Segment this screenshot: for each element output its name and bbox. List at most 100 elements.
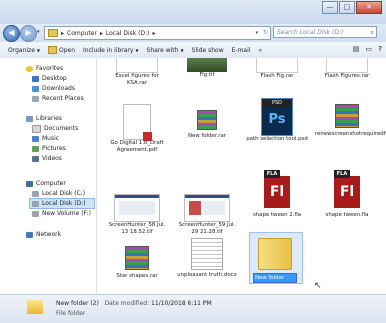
nav-favorites[interactable]: Favorites — [26, 64, 63, 73]
file-item[interactable]: Flash Fig.rar — [245, 58, 309, 80]
nav-music[interactable]: Music — [32, 134, 59, 143]
file-item[interactable]: FLA Fl shape tween.fla — [315, 170, 379, 219]
document-thumbnail — [191, 238, 223, 270]
drive-icon — [32, 200, 39, 207]
nav-videos[interactable]: Videos — [32, 154, 62, 163]
flash-file-icon: FLA Fl — [334, 170, 360, 208]
address-bar[interactable]: ▸ Computer ▸ Local Disk (D:) ▸ ▾ ↻ — [44, 26, 271, 40]
folder-icon — [258, 238, 292, 270]
chevron-down-icon: ▼ — [36, 47, 40, 53]
folder-open-icon — [47, 46, 57, 54]
fl-glyph: Fl — [269, 184, 285, 200]
file-item[interactable]: FLA Fl shape tween 2.fla — [245, 170, 309, 219]
file-item[interactable]: New folder.rar — [175, 110, 239, 140]
chevron-down-icon: ▼ — [180, 47, 184, 53]
file-label: shape tween.fla — [325, 212, 369, 218]
chevron-down-icon[interactable]: ▾ — [255, 27, 258, 39]
drive-icon — [32, 190, 39, 197]
nav-local-disk-d[interactable]: Local Disk (D:) — [29, 198, 95, 209]
navigation-pane: Favorites Desktop Downloads Recent Place… — [0, 58, 97, 294]
include-in-library-button[interactable]: Include in library ▼ — [83, 47, 139, 54]
breadcrumb-local-disk-d[interactable]: Local Disk (D:) — [106, 30, 150, 37]
breadcrumb-separator[interactable]: ▸ — [61, 30, 64, 37]
file-item[interactable]: ScreenHunter_58 Jul. 13 18.52.tif — [105, 194, 169, 236]
pictures-icon — [32, 145, 39, 152]
forward-button[interactable]: ▶ — [20, 25, 37, 42]
share-with-button[interactable]: Share with ▼ — [147, 47, 184, 54]
downloads-icon — [32, 85, 39, 92]
file-label: unpleasant truth.docx — [177, 272, 237, 278]
preview-pane-icon[interactable]: ▭ — [365, 45, 372, 53]
drive-icon — [32, 210, 39, 217]
file-thumbnail — [116, 58, 158, 73]
chevron-down-icon: ▼ — [135, 47, 139, 53]
file-item[interactable]: ScreenHunter_59 Jul. 29 21.28.tif — [175, 194, 239, 236]
nav-label: Downloads — [42, 85, 75, 92]
share-label: Share with — [146, 46, 179, 54]
date-modified-value: 11/10/2018 6:11 PM — [151, 300, 212, 307]
nav-network[interactable]: Network — [26, 230, 61, 239]
file-item[interactable]: renewscreenshotrequiredforpdfcopy.zip — [315, 104, 386, 138]
file-list: Excel figures for KSA.rar Fig.tif Flash … — [97, 58, 386, 294]
nav-recent-places[interactable]: Recent Places — [32, 94, 84, 103]
selected-item-type: File folder — [56, 310, 86, 317]
videos-icon — [32, 155, 39, 162]
nav-documents[interactable]: Documents — [32, 124, 78, 133]
image-thumbnail — [184, 194, 230, 222]
back-button[interactable]: ◀ — [3, 25, 20, 42]
nav-label: Local Disk (D:) — [42, 200, 86, 207]
file-thumbnail — [187, 58, 227, 72]
slide-show-button[interactable]: Slide show — [192, 47, 224, 54]
nav-computer[interactable]: Computer — [26, 179, 66, 188]
email-button[interactable]: E-mail — [232, 47, 251, 54]
close-button[interactable]: ✕ — [356, 1, 382, 14]
nav-new-volume-f[interactable]: New Volume (F:) — [32, 209, 91, 218]
pdf-icon — [123, 104, 152, 141]
new-folder-item[interactable] — [249, 232, 303, 284]
nav-libraries[interactable]: Libraries — [26, 114, 62, 123]
documents-icon — [32, 124, 41, 133]
email-label: E-mail — [231, 46, 251, 54]
recent-pages-dropdown[interactable]: ▾ — [37, 29, 40, 35]
selected-item-details: New folder (2) Date modified: 11/10/2018… — [56, 300, 212, 307]
file-item[interactable]: Star shapes.rar — [105, 246, 169, 280]
file-label: Excel figures for KSA.rar — [115, 73, 159, 86]
refresh-icon[interactable]: ↻ — [263, 27, 268, 39]
desktop-icon — [32, 75, 39, 82]
file-thumbnail — [256, 58, 298, 73]
maximize-button[interactable]: □ — [339, 1, 355, 14]
organize-button[interactable]: Organize ▼ — [8, 47, 40, 54]
breadcrumb-computer[interactable]: Computer — [67, 30, 97, 37]
archive-icon — [197, 110, 217, 130]
file-label: renewscreenshotrequiredforpdfcopy.zip — [315, 131, 386, 137]
search-icon[interactable]: ⌕ — [371, 27, 374, 39]
file-item[interactable]: Flash Figures.rar — [315, 58, 379, 80]
file-item[interactable]: Excel figures for KSA.rar — [105, 58, 169, 87]
breadcrumb-separator[interactable]: ▸ — [100, 30, 103, 37]
file-item[interactable]: Go Digital 1.8_Draft Agreement.pdf — [105, 104, 169, 154]
ps-glyph: Ps — [268, 112, 286, 127]
file-item[interactable]: PSD Ps path selection tool.psd — [245, 98, 309, 143]
image-thumbnail — [114, 194, 160, 222]
fl-glyph: Fl — [339, 184, 355, 200]
nav-pictures[interactable]: Pictures — [32, 144, 66, 153]
open-label: Open — [58, 46, 75, 54]
nav-local-disk-c[interactable]: Local Disk (C:) — [32, 189, 85, 198]
nav-desktop[interactable]: Desktop — [32, 74, 67, 83]
file-label: Star shapes.rar — [116, 273, 158, 279]
file-label: shape tween 2.fla — [252, 212, 302, 218]
archive-icon — [125, 246, 149, 270]
view-options-icon[interactable]: ▤ — [353, 45, 360, 53]
include-label: Include in library — [83, 46, 134, 54]
minimize-button[interactable]: — — [322, 1, 338, 14]
rename-input[interactable] — [253, 273, 297, 283]
search-input[interactable]: Search Local Disk (D:) ⌕ — [273, 26, 377, 38]
file-item[interactable]: Fig.tif — [175, 58, 239, 79]
breadcrumb-separator[interactable]: ▸ — [152, 30, 155, 37]
more-button[interactable]: » — [258, 47, 262, 54]
network-icon — [26, 231, 33, 238]
nav-downloads[interactable]: Downloads — [32, 84, 75, 93]
help-icon[interactable]: ? — [378, 45, 382, 53]
file-item[interactable]: unpleasant truth.docx — [175, 238, 239, 279]
open-button[interactable]: Open — [47, 46, 75, 54]
